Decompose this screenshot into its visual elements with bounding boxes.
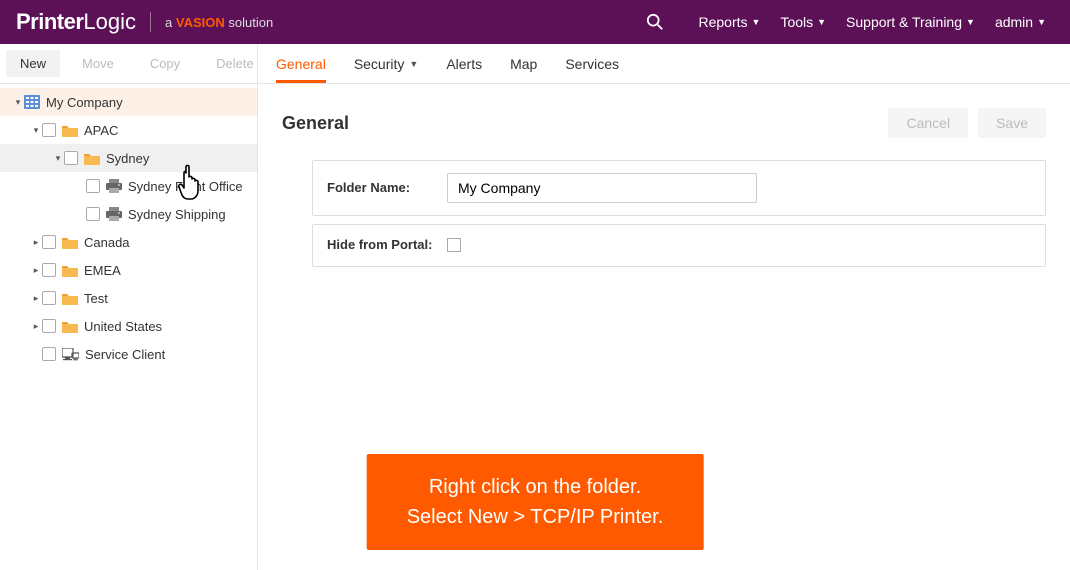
folder-name-label: Folder Name: bbox=[327, 180, 447, 197]
tree-item-label: Test bbox=[84, 291, 108, 306]
tag-brand: VASION bbox=[176, 15, 225, 30]
tree-item-label: Sydney Shipping bbox=[128, 207, 226, 222]
checkbox[interactable] bbox=[42, 347, 56, 361]
expand-icon[interactable]: ▸ bbox=[30, 293, 42, 304]
tree-item-canada[interactable]: ▸ Canada bbox=[0, 228, 257, 256]
instruction-line-2: Select New > TCP/IP Printer. bbox=[407, 502, 664, 532]
tab-security[interactable]: Security ▼ bbox=[354, 44, 419, 83]
sidebar-toolbar: New Move Copy Delete bbox=[0, 44, 258, 83]
tree-item-label: Sydney Front Office bbox=[128, 179, 243, 194]
caret-down-icon: ▼ bbox=[817, 17, 826, 27]
save-button[interactable]: Save bbox=[978, 108, 1046, 138]
tree-spacer: ▸ bbox=[30, 349, 42, 360]
collapse-icon[interactable]: ▾ bbox=[12, 97, 24, 108]
folder-icon bbox=[62, 264, 78, 277]
tab-alerts[interactable]: Alerts bbox=[446, 44, 482, 83]
tree-item-us[interactable]: ▸ United States bbox=[0, 312, 257, 340]
instruction-line-1: Right click on the folder. bbox=[407, 472, 664, 502]
panel-title: General bbox=[282, 113, 349, 134]
nav-support[interactable]: Support & Training ▼ bbox=[846, 14, 975, 30]
checkbox[interactable] bbox=[86, 207, 100, 221]
checkbox[interactable] bbox=[42, 319, 56, 333]
hide-from-portal-checkbox[interactable] bbox=[447, 238, 461, 252]
panel-header: General Cancel Save bbox=[282, 108, 1046, 138]
printer-icon bbox=[106, 207, 122, 221]
tab-security-label: Security bbox=[354, 56, 405, 72]
printer-icon bbox=[106, 179, 122, 193]
new-button[interactable]: New bbox=[6, 50, 60, 77]
folder-icon bbox=[62, 124, 78, 137]
expand-icon[interactable]: ▸ bbox=[30, 321, 42, 332]
search-icon[interactable] bbox=[646, 13, 664, 31]
instruction-overlay: Right click on the folder. Select New > … bbox=[367, 454, 704, 550]
folder-icon bbox=[62, 236, 78, 249]
logo-divider bbox=[150, 12, 151, 32]
tree-item-label: Sydney bbox=[106, 151, 149, 166]
checkbox[interactable] bbox=[86, 179, 100, 193]
tag-suffix: solution bbox=[225, 15, 273, 30]
tree-root[interactable]: ▾ My Company bbox=[0, 88, 257, 116]
tree-item-label: United States bbox=[84, 319, 162, 334]
move-button[interactable]: Move bbox=[68, 50, 128, 77]
tree-item-service-client[interactable]: ▸ Service Client bbox=[0, 340, 257, 368]
checkbox[interactable] bbox=[42, 263, 56, 277]
expand-icon[interactable]: ▸ bbox=[30, 265, 42, 276]
tree-item-sydney-front[interactable]: Sydney Front Office bbox=[0, 172, 257, 200]
nav-admin[interactable]: admin ▼ bbox=[995, 14, 1046, 30]
checkbox[interactable] bbox=[42, 235, 56, 249]
checkbox[interactable] bbox=[64, 151, 78, 165]
service-client-icon bbox=[62, 348, 79, 361]
nav-admin-label: admin bbox=[995, 14, 1033, 30]
org-icon bbox=[24, 95, 40, 109]
tree-item-label: APAC bbox=[84, 123, 118, 138]
folder-icon bbox=[62, 320, 78, 333]
app-header: PrinterLogic a VASION solution Reports▼ … bbox=[0, 0, 1070, 44]
folder-name-group: Folder Name: bbox=[312, 160, 1046, 216]
caret-down-icon: ▼ bbox=[966, 17, 975, 27]
checkbox[interactable] bbox=[42, 291, 56, 305]
nav-reports-label: Reports bbox=[698, 14, 747, 30]
tag-prefix: a bbox=[165, 15, 176, 30]
tree-item-sydney-shipping[interactable]: Sydney Shipping bbox=[0, 200, 257, 228]
hide-from-portal-label: Hide from Portal: bbox=[327, 237, 447, 254]
tree-item-test[interactable]: ▸ Test bbox=[0, 284, 257, 312]
chevron-down-icon: ▼ bbox=[409, 59, 418, 69]
tree-root-label: My Company bbox=[46, 95, 123, 110]
tree-item-emea[interactable]: ▸ EMEA bbox=[0, 256, 257, 284]
folder-name-input[interactable] bbox=[447, 173, 757, 203]
nav-support-label: Support & Training bbox=[846, 14, 962, 30]
nav-reports[interactable]: Reports ▼ bbox=[698, 14, 760, 30]
caret-down-icon: ▼ bbox=[752, 17, 761, 27]
cancel-button[interactable]: Cancel bbox=[888, 108, 968, 138]
checkbox[interactable] bbox=[42, 123, 56, 137]
tree-item-label: EMEA bbox=[84, 263, 121, 278]
tree-item-apac[interactable]: ▾ APAC bbox=[0, 116, 257, 144]
tree-item-label: Service Client bbox=[85, 347, 165, 362]
logo-part-1: Printer bbox=[16, 9, 83, 35]
tab-map[interactable]: Map bbox=[510, 44, 537, 83]
tree-item-label: Canada bbox=[84, 235, 130, 250]
copy-button[interactable]: Copy bbox=[136, 50, 194, 77]
nav-tools-label: Tools bbox=[780, 14, 813, 30]
folder-icon bbox=[62, 292, 78, 305]
tab-general[interactable]: General bbox=[276, 44, 326, 83]
nav-tools[interactable]: Tools ▼ bbox=[780, 14, 826, 30]
caret-down-icon: ▼ bbox=[1037, 17, 1046, 27]
folder-icon bbox=[84, 152, 100, 165]
tab-services[interactable]: Services bbox=[565, 44, 619, 83]
sidebar-tree: ▾ My Company ▾ APAC ▾ Sydney Sydney Fron… bbox=[0, 84, 258, 570]
logo-part-2: Logic bbox=[83, 9, 136, 35]
toolbar: New Move Copy Delete General Security ▼ A… bbox=[0, 44, 1070, 84]
hide-from-portal-group: Hide from Portal: bbox=[312, 224, 1046, 267]
tagline: a VASION solution bbox=[165, 15, 273, 30]
collapse-icon[interactable]: ▾ bbox=[52, 153, 64, 164]
tabs: General Security ▼ Alerts Map Services bbox=[258, 44, 619, 83]
tree-item-sydney[interactable]: ▾ Sydney bbox=[0, 144, 257, 172]
collapse-icon[interactable]: ▾ bbox=[30, 125, 42, 136]
expand-icon[interactable]: ▸ bbox=[30, 237, 42, 248]
